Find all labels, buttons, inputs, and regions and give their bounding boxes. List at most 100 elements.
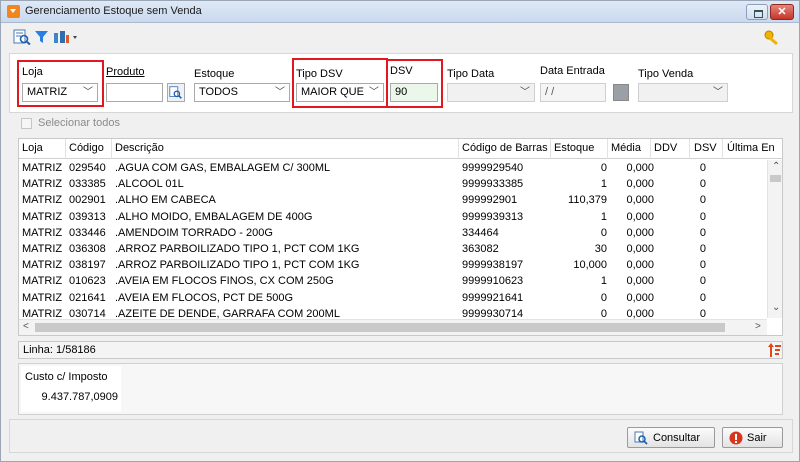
cell-estoque: 0: [600, 307, 607, 320]
table-row[interactable]: MATRIZ 039313 .ALHO MOIDO, EMBALAGEM DE 40…: [19, 209, 769, 226]
key-icon[interactable]: [763, 29, 781, 45]
scroll-left-icon[interactable]: <: [23, 321, 29, 332]
cell-media: 0,000: [626, 178, 654, 191]
cell-codigo-barras: 9999910623: [462, 275, 524, 288]
col-header-ultima-entrada[interactable]: Última En: [727, 142, 775, 154]
table-row[interactable]: MATRIZ 010623 .AVEIA EM FLOCOS FINOS, CX C…: [19, 273, 769, 290]
cell-loja: MATRIZ: [22, 275, 63, 288]
horizontal-scrollbar[interactable]: < >: [19, 319, 767, 335]
cell-descricao: .ALHO MOIDO, EMBALAGEM DE 400G: [115, 210, 313, 223]
tipo-data-label: Tipo Data: [447, 68, 495, 80]
filter-panel: Loja MATRIZ ﹀ Produto Estoque TODOS ﹀ Tipo…: [9, 53, 793, 113]
checkbox-box[interactable]: [21, 118, 32, 129]
scroll-up-icon[interactable]: ⌃: [772, 161, 780, 172]
tipo-venda-label: Tipo Venda: [638, 68, 694, 80]
col-header-ddv[interactable]: DDV: [654, 142, 677, 154]
chevron-down-icon: ﹀: [713, 87, 723, 98]
data-entrada-input[interactable]: / /: [540, 83, 606, 102]
tools-dropdown-icon[interactable]: [53, 29, 79, 45]
cell-ddv: 0: [699, 243, 706, 255]
exit-icon: [729, 431, 743, 445]
cell-codigo: 021641: [69, 291, 106, 304]
col-header-media[interactable]: Média: [611, 142, 641, 154]
main-window: Gerenciamento Estoque sem Venda ✕ Loja M…: [0, 0, 800, 462]
cell-codigo-barras: 9999921641: [462, 291, 524, 304]
cell-loja: MATRIZ: [22, 226, 63, 239]
cell-estoque: 1: [600, 275, 607, 288]
produto-input[interactable]: [106, 83, 163, 102]
table-row[interactable]: MATRIZ 033446 .AMENDOIM TORRADO - 200G 3344…: [19, 225, 769, 242]
col-header-loja[interactable]: Loja: [22, 142, 43, 154]
table-row[interactable]: MATRIZ 038197 .ARROZ PARBOILIZADO TIPO 1, …: [19, 257, 769, 274]
cell-loja: MATRIZ: [22, 243, 63, 255]
cell-descricao: .ARROZ PARBOILIZADO TIPO 1, PCT COM 1KG: [115, 259, 360, 272]
table-row[interactable]: MATRIZ 029540 .AGUA COM GAS, EMBALAGEM C/ …: [19, 160, 769, 177]
cell-descricao: .ALCOOL 01L: [115, 178, 184, 191]
chevron-down-icon: ﹀: [275, 87, 285, 98]
table-row[interactable]: MATRIZ 033385 .ALCOOL 01L 9999933385 1 0,000 0: [19, 176, 769, 193]
cell-estoque: 0: [600, 291, 607, 304]
cell-codigo: 038197: [69, 259, 106, 272]
results-grid: Loja Código Descrição Código de Barras E…: [18, 138, 783, 336]
custo-imposto-card: Custo c/ Imposto 9.437.787,0909: [21, 366, 121, 412]
window-title: Gerenciamento Estoque sem Venda: [25, 5, 202, 17]
col-header-dsv[interactable]: DSV: [694, 142, 717, 154]
cell-media: 0,000: [626, 210, 654, 223]
highlight-tipo-dsv: [292, 58, 388, 108]
table-row[interactable]: MATRIZ 002901 .ALHO EM CABECA 999992901 110,…: [19, 192, 769, 209]
cell-codigo-barras: 9999929540: [462, 162, 524, 174]
horizontal-scroll-thumb[interactable]: [35, 323, 725, 332]
cell-media: 0,000: [626, 226, 654, 239]
title-bar: Gerenciamento Estoque sem Venda ✕: [1, 1, 799, 23]
highlight-dsv: [386, 59, 443, 108]
cell-media: 0,000: [626, 162, 654, 174]
table-row[interactable]: MATRIZ 036308 .ARROZ PARBOILIZADO TIPO 1, …: [19, 241, 769, 258]
col-header-codigo[interactable]: Código: [69, 142, 104, 154]
vertical-scrollbar[interactable]: ⌃ ⌄: [767, 160, 782, 318]
cell-media: 0,000: [626, 194, 654, 207]
restore-button[interactable]: [746, 4, 768, 20]
col-header-estoque[interactable]: Estoque: [554, 142, 594, 154]
cell-codigo-barras: 9999930714: [462, 307, 524, 320]
search-report-icon[interactable]: [13, 29, 31, 45]
cell-ddv: 0: [699, 291, 706, 304]
cell-estoque: 0: [600, 226, 607, 239]
cell-codigo: 033446: [69, 226, 106, 239]
status-bar: Linha: 1/58186: [18, 341, 783, 359]
sair-button[interactable]: Sair: [722, 427, 783, 448]
cell-loja: MATRIZ: [22, 307, 63, 320]
cell-loja: MATRIZ: [22, 291, 63, 304]
product-search-button[interactable]: [167, 83, 185, 102]
cell-codigo: 036308: [69, 243, 106, 255]
cell-codigo: 010623: [69, 275, 106, 288]
cell-descricao: .AGUA COM GAS, EMBALAGEM C/ 300ML: [115, 162, 331, 174]
close-button[interactable]: ✕: [770, 4, 794, 20]
tipo-data-select[interactable]: ﹀: [447, 83, 535, 102]
cell-descricao: .ARROZ PARBOILIZADO TIPO 1, PCT COM 1KG: [115, 243, 360, 255]
custo-imposto-value: 9.437.787,0909: [41, 391, 118, 403]
cell-estoque: 10,000: [573, 259, 607, 272]
cell-ddv: 0: [699, 275, 706, 288]
app-menu-icon[interactable]: [7, 5, 20, 18]
table-row[interactable]: MATRIZ 021641 .AVEIA EM FLOCOS, PCT DE 500…: [19, 290, 769, 307]
calendar-icon[interactable]: [613, 84, 629, 101]
cell-codigo: 002901: [69, 194, 106, 207]
sort-icon[interactable]: [767, 342, 781, 358]
cell-codigo-barras: 9999933385: [462, 178, 524, 191]
estoque-select[interactable]: TODOS ﹀: [194, 83, 290, 102]
cell-loja: MATRIZ: [22, 178, 63, 191]
select-all-label: Selecionar todos: [38, 117, 120, 129]
scroll-right-icon[interactable]: >: [755, 321, 761, 332]
cell-codigo-barras: 9999938197: [462, 259, 524, 272]
col-header-codigo-barras[interactable]: Código de Barras: [462, 142, 548, 154]
cell-codigo: 033385: [69, 178, 106, 191]
col-header-descricao[interactable]: Descrição: [115, 142, 164, 154]
scroll-down-icon[interactable]: ⌄: [772, 302, 780, 313]
cell-media: 0,000: [626, 275, 654, 288]
consultar-button[interactable]: Consultar: [627, 427, 715, 448]
vertical-scroll-thumb[interactable]: [770, 175, 781, 182]
cell-ddv: 0: [699, 162, 706, 174]
tipo-venda-select[interactable]: ﹀: [638, 83, 728, 102]
cell-loja: MATRIZ: [22, 162, 63, 174]
filter-icon[interactable]: [33, 29, 51, 45]
